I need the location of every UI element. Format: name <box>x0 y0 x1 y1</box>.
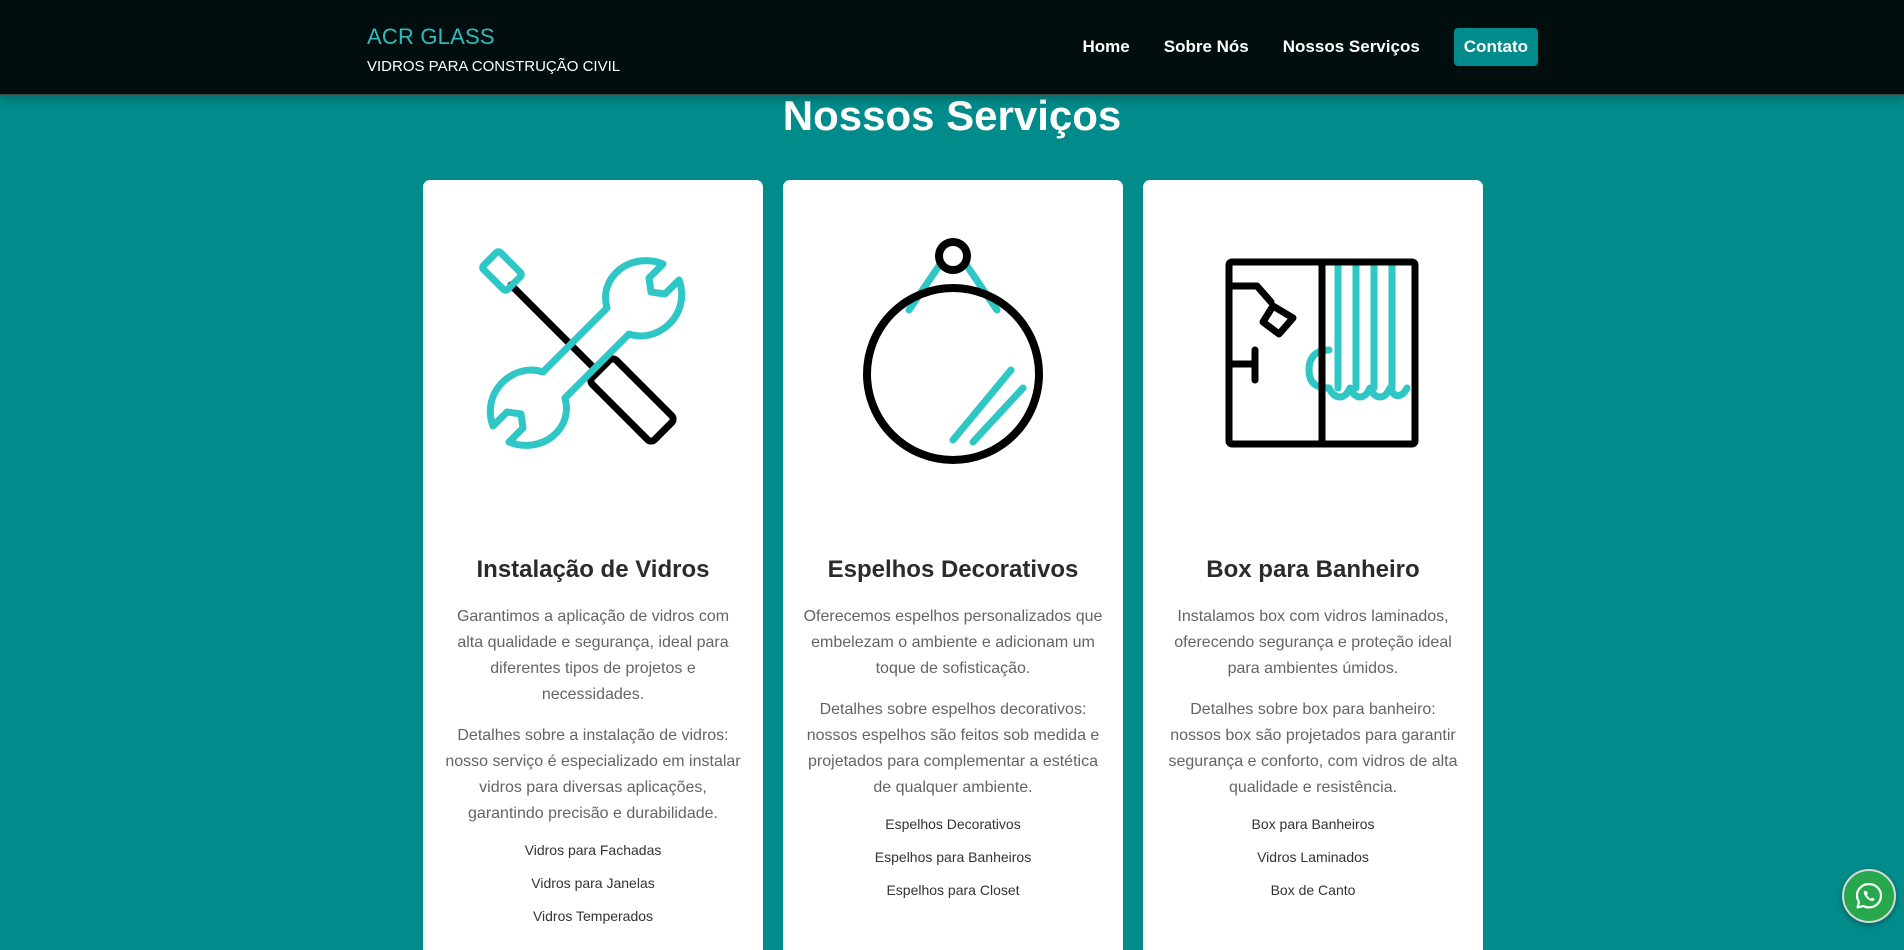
brand[interactable]: ACR GLASS VIDROS PARA CONSTRUÇÃO CIVIL <box>367 24 620 75</box>
list-item: Espelhos para Closet <box>886 882 1020 898</box>
card-list: Vidros para Fachadas Vidros para Janelas… <box>443 842 743 925</box>
site-header: ACR GLASS VIDROS PARA CONSTRUÇÃO CIVIL H… <box>0 0 1904 95</box>
card-description: Oferecemos espelhos personalizados que e… <box>803 608 1103 677</box>
services-cards: Instalação de Vidros Garantimos a aplica… <box>423 180 1503 950</box>
card-title: Instalação de Vidros <box>476 556 710 583</box>
list-item: Vidros Temperados <box>532 908 654 924</box>
shower-box-icon <box>1193 230 1433 470</box>
list-item: Box de Canto <box>1270 882 1356 898</box>
brand-name[interactable]: ACR GLASS <box>367 24 620 50</box>
whatsapp-icon <box>1855 882 1883 909</box>
service-card: Espelhos Decorativos Oferecemos espelhos… <box>783 180 1123 950</box>
list-item: Espelhos para Banheiros <box>874 849 1032 865</box>
service-card: Instalação de Vidros Garantimos a aplica… <box>423 180 763 950</box>
card-description: Garantimos a aplicação de vidros com alt… <box>456 608 730 703</box>
tools-icon <box>473 230 713 470</box>
section-title: Nossos Serviços <box>782 92 1122 139</box>
card-details: Detalhes sobre a instalação de vidros: n… <box>445 727 741 822</box>
nav-contato-button[interactable]: Contato <box>1453 28 1538 66</box>
card-title: Espelhos Decorativos <box>827 556 1079 583</box>
list-item: Vidros Laminados <box>1257 849 1369 865</box>
card-details: Detalhes sobre box para banheiro: nossos… <box>1168 701 1458 796</box>
nav-nossos-servicos[interactable]: Nossos Serviços <box>1283 37 1420 57</box>
list-item: Espelhos Decorativos <box>885 816 1021 832</box>
brand-tagline: VIDROS PARA CONSTRUÇÃO CIVIL <box>367 58 621 75</box>
whatsapp-button[interactable] <box>1842 869 1896 923</box>
mirror-icon <box>833 230 1073 470</box>
card-list: Espelhos Decorativos Espelhos para Banhe… <box>803 816 1103 899</box>
list-item: Vidros para Fachadas <box>524 842 662 858</box>
card-details: Detalhes sobre espelhos decorativos: nos… <box>806 701 1100 796</box>
card-description: Instalamos box com vidros laminados, ofe… <box>1174 608 1452 677</box>
nav-sobre-nos[interactable]: Sobre Nós <box>1164 37 1249 57</box>
main-nav: Home Sobre Nós Nossos Serviços Contato <box>1049 28 1538 66</box>
list-item: Box para Banheiros <box>1251 816 1375 832</box>
service-card: Box para Banheiro Instalamos box com vid… <box>1143 180 1483 950</box>
card-list: Box para Banheiros Vidros Laminados Box … <box>1163 816 1463 899</box>
list-item: Vidros para Janelas <box>531 875 655 891</box>
nav-home[interactable]: Home <box>1083 37 1130 57</box>
card-title: Box para Banheiro <box>1206 556 1420 583</box>
